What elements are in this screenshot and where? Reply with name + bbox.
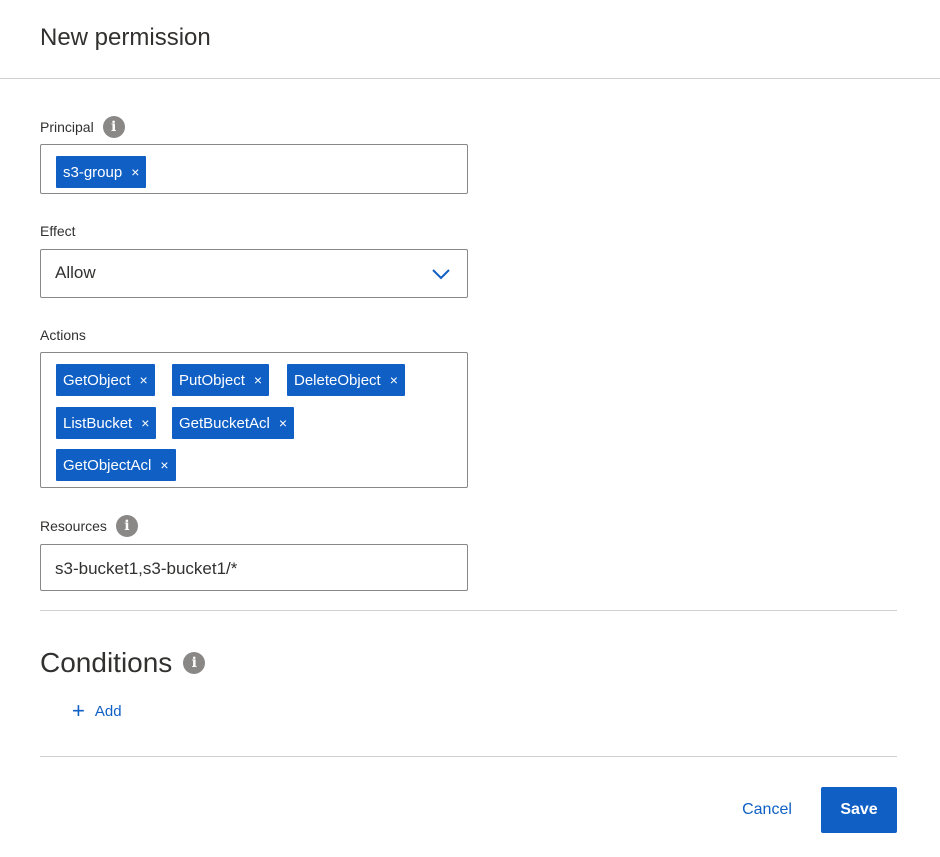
action-tag: ListBucket × — [56, 407, 157, 439]
section-divider — [40, 610, 897, 611]
principal-tag: s3-group × — [56, 156, 147, 188]
action-tag-remove-icon[interactable]: × — [140, 372, 148, 388]
resources-info-icon[interactable]: i — [115, 515, 138, 537]
add-condition-label: Add — [94, 702, 122, 720]
principal-tag-remove-icon[interactable]: × — [131, 164, 139, 180]
action-tag-label: DeleteObject — [294, 371, 381, 389]
action-tag-remove-icon[interactable]: × — [160, 457, 168, 473]
action-tag: DeleteObject × — [287, 364, 405, 396]
footer-divider — [40, 756, 897, 757]
principal-label: Principal — [40, 119, 94, 135]
save-button[interactable]: Save — [821, 787, 897, 833]
action-tag-remove-icon[interactable]: × — [254, 372, 262, 388]
conditions-title: Conditions — [40, 647, 173, 678]
action-tag: PutObject × — [172, 364, 270, 396]
effect-label: Effect — [40, 223, 76, 239]
principal-label-row: Principal i — [40, 116, 125, 138]
action-tag-label: ListBucket — [63, 414, 133, 432]
plus-icon: + — [72, 698, 85, 723]
resources-label: Resources — [40, 518, 107, 534]
action-tag-remove-icon[interactable]: × — [279, 415, 287, 431]
actions-label-row: Actions — [40, 327, 86, 343]
conditions-heading: Conditions i — [40, 647, 206, 679]
principal-tag-label: s3-group — [63, 163, 123, 181]
action-tag: GetObjectAcl × — [56, 449, 176, 481]
principal-info-icon[interactable]: i — [102, 116, 125, 138]
panel-header: New permission — [0, 0, 940, 79]
action-tag: GetBucketAcl × — [172, 407, 295, 439]
actions-tag-picker[interactable]: GetObject × PutObject × DeleteObject × L… — [40, 352, 468, 488]
action-tag-remove-icon[interactable]: × — [141, 415, 149, 431]
action-tag-label: GetBucketAcl — [179, 414, 270, 432]
action-tag-remove-icon[interactable]: × — [390, 372, 398, 388]
chevron-down-icon[interactable] — [431, 267, 451, 285]
action-tag: GetObject × — [56, 364, 155, 396]
conditions-info-icon[interactable]: i — [183, 652, 206, 674]
action-tag-label: GetObjectAcl — [63, 456, 152, 474]
panel-title: New permission — [40, 24, 211, 51]
new-permission-panel: New permission Principal i s3-group × Ef… — [0, 0, 940, 857]
effect-selected-value: Allow — [55, 263, 96, 282]
resources-input[interactable]: s3-bucket1,s3-bucket1/* — [40, 544, 468, 591]
cancel-button[interactable]: Cancel — [728, 787, 806, 833]
effect-label-row: Effect — [40, 223, 76, 239]
add-condition-button[interactable]: + Add — [72, 700, 122, 722]
action-tag-label: PutObject — [179, 371, 245, 389]
resources-input-value: s3-bucket1,s3-bucket1/* — [55, 559, 238, 578]
action-tag-label: GetObject — [63, 371, 131, 389]
actions-label: Actions — [40, 327, 86, 343]
resources-label-row: Resources i — [40, 515, 138, 537]
effect-dropdown[interactable]: Allow — [40, 249, 468, 298]
principal-tag-picker[interactable]: s3-group × — [40, 144, 468, 194]
